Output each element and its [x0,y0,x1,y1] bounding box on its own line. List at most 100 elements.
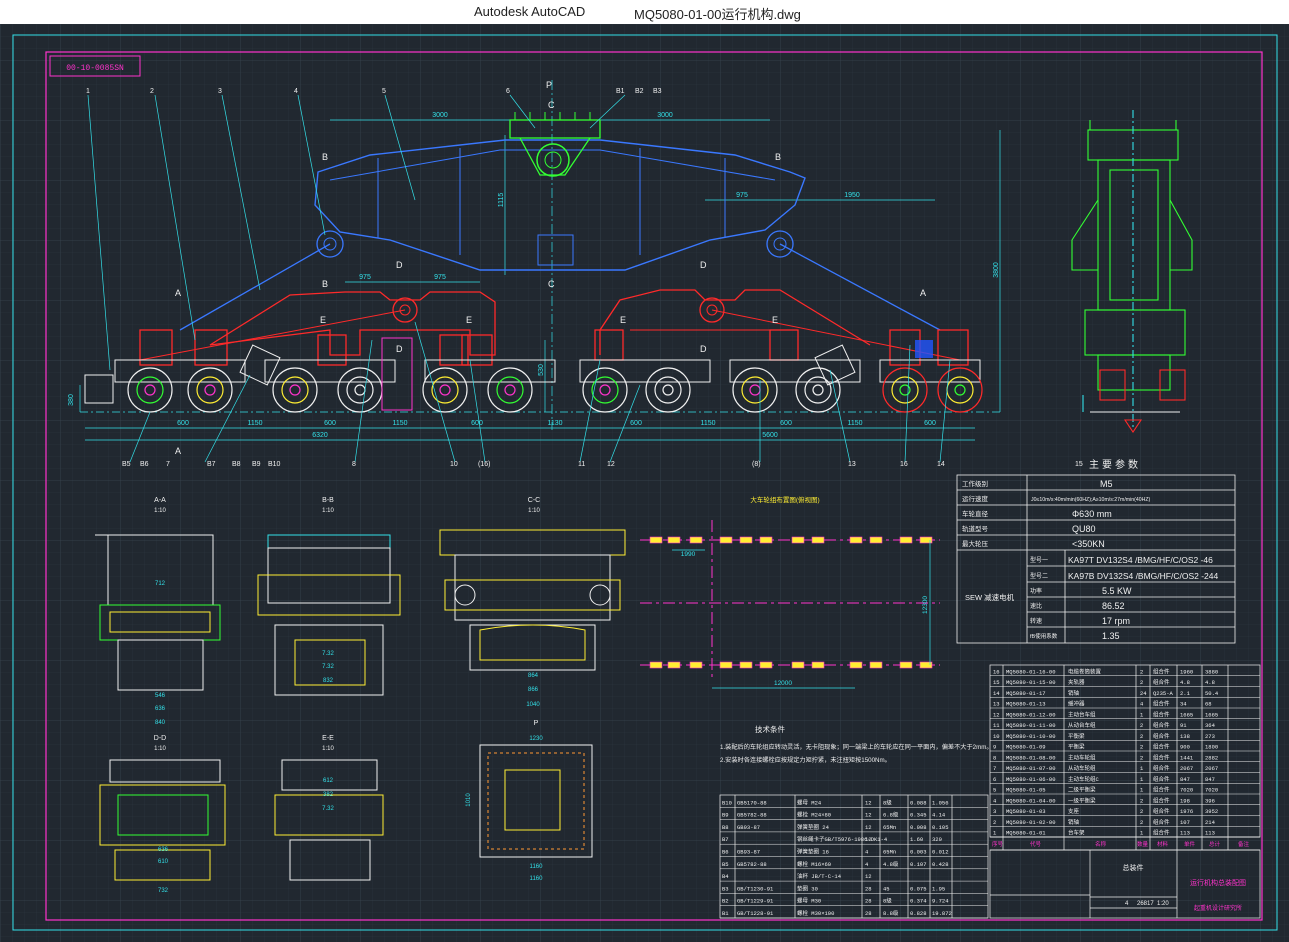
drawing-canvas[interactable]: 00-10-0085SN 3000 3000 975 1950 975 975 … [0,24,1289,942]
part-number: 6 [993,776,996,783]
std-part-name: 螺母 M30 [797,897,821,905]
part-code: MQ5080-01-08-00 [1006,754,1056,761]
dim-label: 1115 [498,193,505,208]
param-label: 车轮直径 [962,509,989,518]
std-part-unit-weight: 0.107 [910,861,927,868]
dim-label: 975 [434,274,446,281]
dim-label: 636 [158,847,169,853]
leader-number: B2 [635,88,644,95]
part-name: 二级平衡梁 [1068,786,1096,794]
part-code: MQ5080-01-13 [1006,701,1046,708]
dim-label: 530 [538,364,545,376]
part-number: 8 [993,754,996,761]
parts-header: 总计 [1209,840,1221,848]
std-part-name: 钢丝绳卡子GB/T5976-1986-DK1-4 [797,835,888,843]
std-part-name: 螺栓 M30×100 [797,909,834,917]
parts-header: 代号 [1030,840,1042,848]
dim-label: 612 [323,778,334,784]
std-part-code: GB93-87 [737,849,760,856]
parts-header: 名称 [1095,840,1107,848]
parts-header: 材料 [1157,840,1169,848]
section-mark: D [396,344,403,354]
part-quantity: 2 [1140,722,1143,729]
dim-label: 732 [158,888,169,894]
std-part-total-weight: 19.872 [932,910,952,917]
leader-number: 10 [450,461,458,468]
part-total-weight: 4.8 [1205,679,1215,686]
part-unit-weight: 138 [1180,733,1190,740]
dim-label: 1130 [547,420,562,427]
dim-label: 600 [471,420,483,427]
part-code: MQ5080-01-11-00 [1006,722,1056,729]
section-mark: A [175,288,181,298]
part-total-weight: 1665 [1205,711,1218,718]
std-part-unit-weight: 0.345 [910,812,927,819]
leader-number: 8 [352,461,356,468]
dim-label: 864 [528,673,539,679]
section-scale: 1:10 [322,508,334,514]
part-total-weight: 3880 [1205,668,1218,675]
dim-label: 3800 [993,262,1000,278]
std-part-name: 螺栓 M16×60 [797,860,831,868]
std-part-material: 8级 [883,897,892,905]
std-part-material: 8.8级 [883,909,899,917]
leader-number: 2 [150,88,154,95]
drawing-weight: 26817 [1137,901,1154,907]
part-number: 2 [993,819,996,826]
part-number: 12 [993,711,1000,718]
section-scale: 1:10 [528,508,540,514]
dim-label: 382 [323,792,334,798]
dim-label: 3000 [432,112,448,119]
std-part-unit-weight: 0.088 [910,799,927,806]
part-name: 主动车轮组 [1068,753,1096,761]
leader-number: 1 [86,88,90,95]
part-code: MQ5080-01-12-00 [1006,711,1056,718]
std-part-code: GB/T1229-91 [737,898,774,905]
dim-total: 5600 [762,432,778,439]
section-title: A-A [154,497,166,504]
std-part-number: B3 [722,885,729,892]
std-part-material: 45 [883,885,890,892]
params-title: 主要参数 [1089,458,1141,471]
dim-label: 840 [155,720,166,726]
leader-number: B10 [268,461,281,468]
leader-number: B7 [207,461,216,468]
dim-label: 1990 [681,551,696,558]
part-unit-weight: 1665 [1180,711,1193,718]
section-mark: E [466,315,472,325]
cad-drawing[interactable]: 00-10-0085SN 3000 3000 975 1950 975 975 … [0,24,1289,942]
plan-title: 大车轮组布置图(俯视图) [750,495,819,504]
part-unit-weight: 107 [1180,819,1190,826]
leader-number: B9 [252,461,261,468]
part-name: 平衡梁 [1068,732,1085,740]
section-mark: P [546,80,552,90]
std-part-material: 8级 [883,798,892,806]
dim-label: 636 [155,706,166,712]
param-value: Φ630 mm [1072,509,1112,519]
leader-number: 13 [848,461,856,468]
sew-label: 型号一 [1030,556,1048,564]
leader-number: 5 [382,88,386,95]
part-number: 11 [993,722,1000,729]
part-material: 组合件 [1153,818,1170,826]
section-title: P [534,720,539,727]
dim-label: 866 [528,687,539,693]
std-part-quantity: 28 [865,910,872,917]
part-total-weight: 2067 [1205,765,1218,772]
dim-label: 832 [323,678,334,684]
leader-number: 16 [900,461,908,468]
part-quantity: 2 [1140,819,1143,826]
std-part-material: 4.8级 [883,860,899,868]
std-part-material: 65Mn [883,824,896,831]
std-part-code: GB/T1230-91 [737,885,774,892]
company-name: 起重机设计研究所 [1194,904,1242,912]
std-part-total-weight: 320 [932,836,942,843]
parts-header: 单件 [1184,840,1196,848]
dim-label: 600 [324,420,336,427]
std-part-name: 弹簧垫圈 24 [797,823,830,831]
part-name: 一级平衡梁 [1068,796,1096,804]
std-part-code: GB/T1228-91 [737,910,774,917]
part-name: 平衡梁 [1068,743,1085,751]
part-material: 组合件 [1153,743,1170,751]
leader-number: 7 [166,461,170,468]
